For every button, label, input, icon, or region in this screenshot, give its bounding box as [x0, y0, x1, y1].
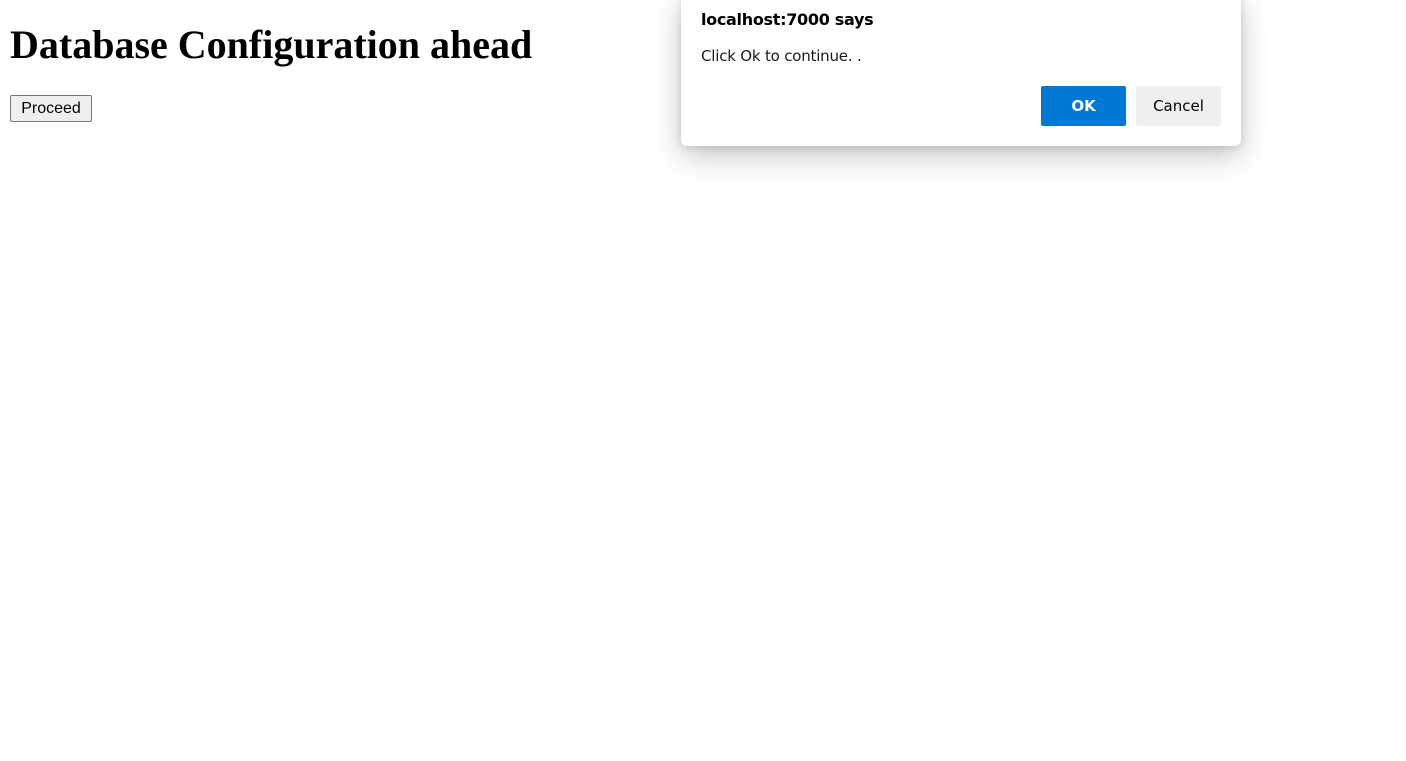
ok-button[interactable]: OK [1041, 86, 1126, 126]
confirm-dialog: localhost:7000 says Click Ok to continue… [681, 0, 1241, 146]
cancel-button[interactable]: Cancel [1136, 86, 1221, 126]
proceed-button[interactable]: Proceed [10, 95, 92, 122]
page-title: Database Configuration ahead [10, 22, 533, 67]
dialog-message: Click Ok to continue. . [701, 47, 862, 65]
dialog-title: localhost:7000 says [701, 10, 874, 29]
